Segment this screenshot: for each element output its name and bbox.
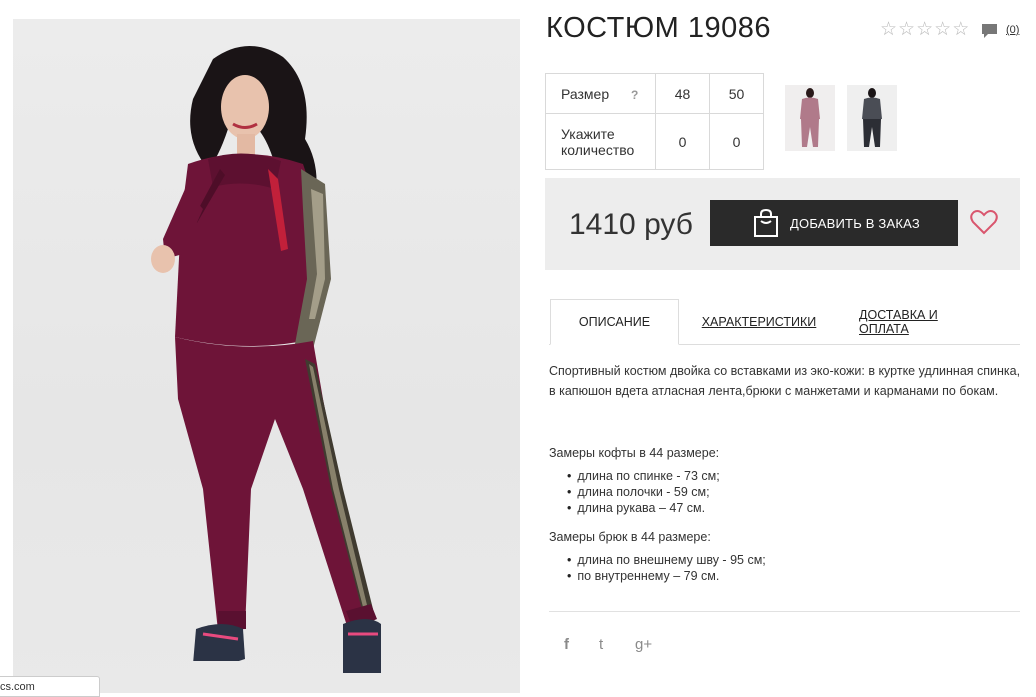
quantity-label-line1: Укажите (561, 125, 615, 142)
help-icon[interactable]: ? (631, 88, 638, 102)
quantity-label-cell: Укажите количество (545, 113, 656, 170)
star-icon[interactable]: ☆ (952, 20, 969, 40)
size-label: Размер (561, 85, 610, 102)
url-chip: cs.com (0, 676, 100, 697)
list-item: длина полочки - 59 см; (567, 484, 720, 500)
pants-measurements-title: Замеры брюк в 44 размере: (549, 530, 711, 544)
product-model-illustration (151, 45, 383, 679)
list-item: по внутреннему – 79 см. (567, 568, 766, 584)
shopping-bag-icon (754, 208, 778, 237)
pants-measurements-list: длина по внешнему шву - 95 см; по внутре… (567, 552, 766, 584)
tab-delivery-payment[interactable]: ДОСТАВКА И ОПЛАТА (859, 299, 989, 345)
quantity-input-50[interactable]: 0 (709, 113, 764, 170)
star-icon[interactable]: ☆ (880, 20, 897, 40)
size-48: 48 (655, 73, 710, 114)
product-tabs: ОПИСАНИЕ ХАРАКТЕРИСТИКИ ДОСТАВКА И ОПЛАТ… (549, 299, 1020, 345)
buy-box: 1410 руб ДОБАВИТЬ В ЗАКАЗ (545, 178, 1020, 270)
size-table: Размер ? 48 50 Укажите количество 0 0 (545, 73, 764, 170)
quantity-label-line2: количество (561, 141, 635, 158)
thumbnail-burgundy-suit[interactable] (785, 85, 835, 151)
jacket-measurements-title: Замеры кофты в 44 размере: (549, 446, 720, 460)
product-description: Спортивный костюм двойка со вставками из… (549, 364, 1021, 398)
star-icon[interactable]: ☆ (898, 20, 915, 40)
size-row: Размер ? 48 50 (545, 73, 764, 114)
comment-count-link[interactable]: (0) (1006, 24, 1019, 36)
tab-description[interactable]: ОПИСАНИЕ (550, 299, 679, 345)
product-title: КОСТЮМ 19086 (546, 12, 771, 44)
add-to-order-label: ДОБАВИТЬ В ЗАКАЗ (790, 215, 920, 231)
list-item: длина рукава – 47 см. (567, 500, 720, 516)
star-icon[interactable]: ☆ (934, 20, 951, 40)
add-to-order-button[interactable]: ДОБАВИТЬ В ЗАКАЗ (710, 200, 958, 246)
quantity-row: Укажите количество 0 0 (545, 113, 764, 170)
facebook-icon[interactable]: f (564, 636, 569, 653)
comment-icon[interactable] (981, 23, 998, 45)
quantity-input-48[interactable]: 0 (655, 113, 710, 170)
size-label-cell: Размер ? (545, 73, 656, 114)
google-plus-icon[interactable]: g+ (635, 636, 652, 653)
tab-characteristics[interactable]: ХАРАКТЕРИСТИКИ (699, 299, 819, 345)
list-item: длина по спинке - 73 см; (567, 468, 719, 484)
product-photo[interactable] (13, 19, 520, 693)
twitter-icon[interactable]: t (599, 636, 603, 653)
divider (549, 611, 1020, 612)
list-item: длина по внешнему шву - 95 см; (567, 552, 765, 568)
rating-stars[interactable]: ☆ ☆ ☆ ☆ ☆ (880, 20, 969, 40)
heart-icon[interactable] (970, 209, 998, 235)
star-icon[interactable]: ☆ (916, 20, 933, 40)
size-50: 50 (709, 73, 764, 114)
jacket-measurements-list: длина по спинке - 73 см; длина полочки -… (567, 468, 720, 516)
price: 1410 руб (569, 208, 693, 241)
thumbnail-gray-suit[interactable] (847, 85, 897, 151)
